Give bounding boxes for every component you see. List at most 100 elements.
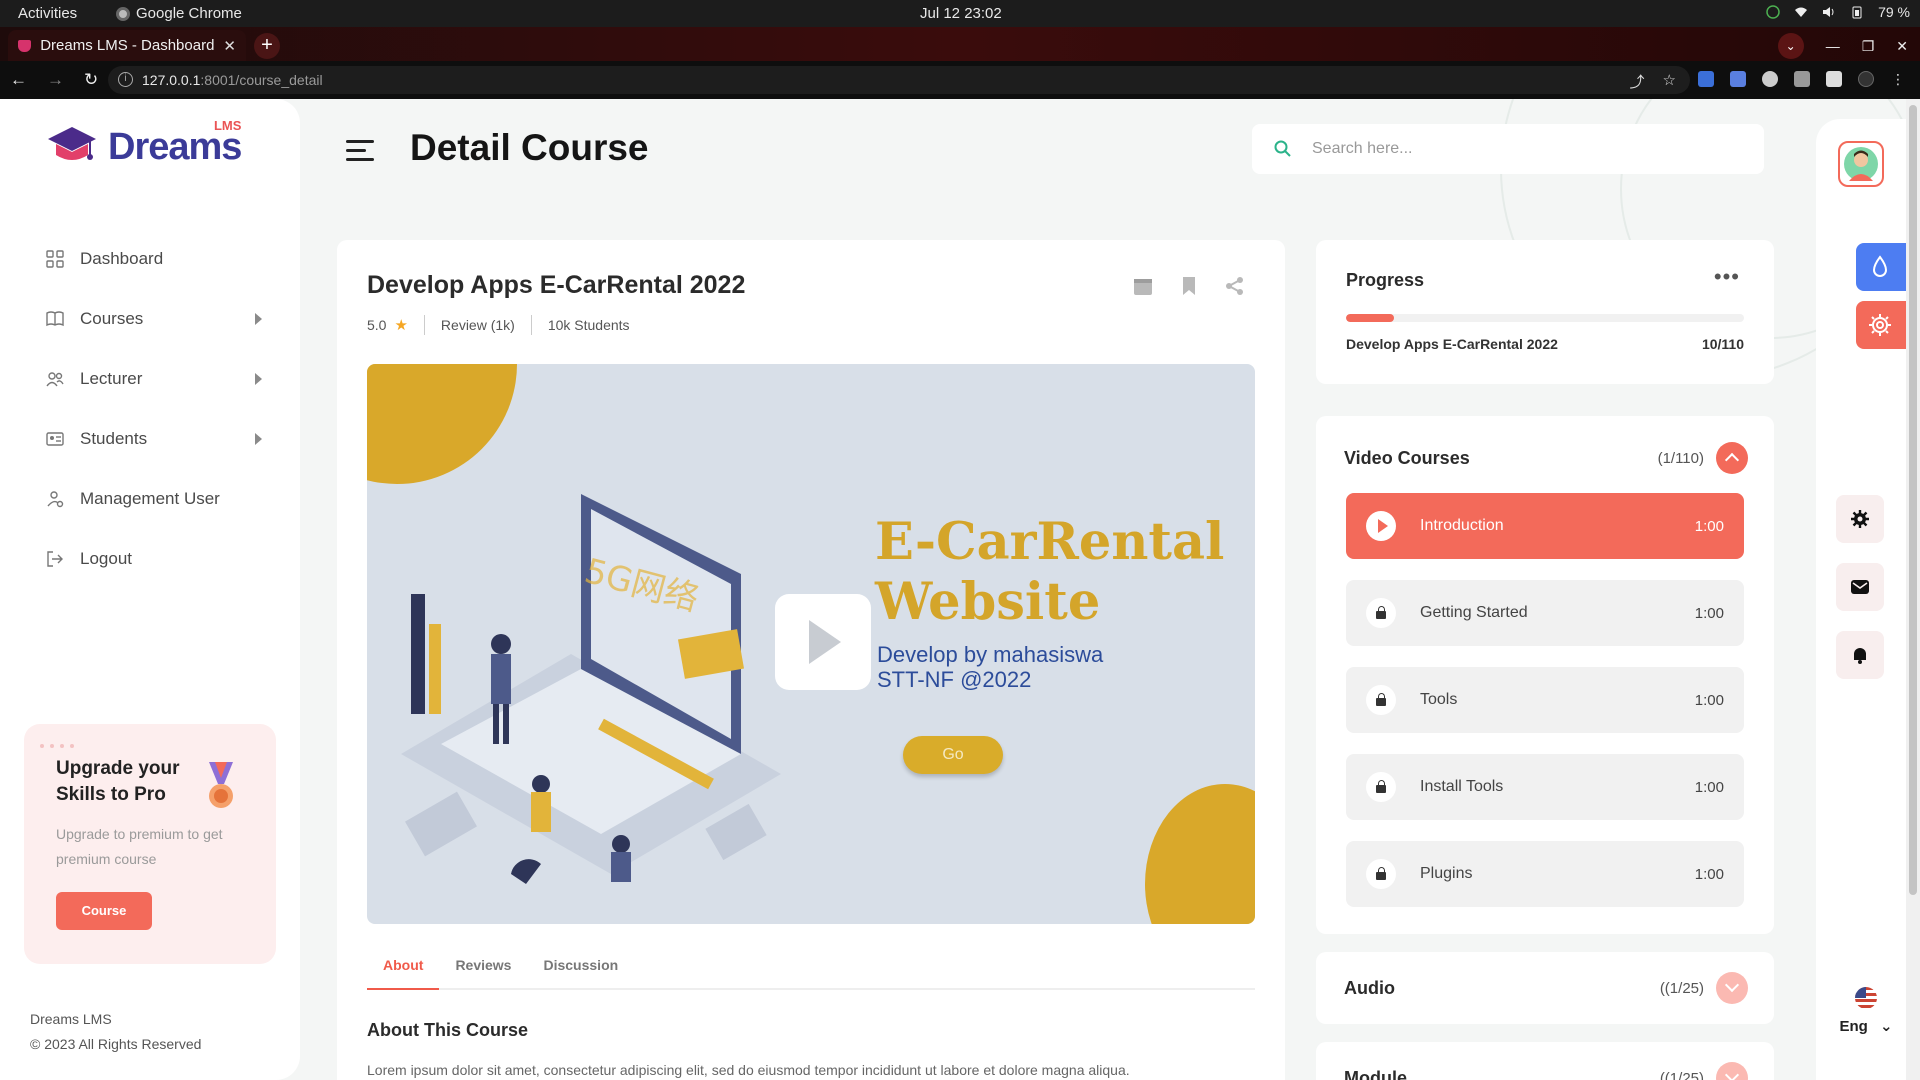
language-selector[interactable]: Eng ⌄: [1836, 987, 1896, 1035]
translate-extension-icon[interactable]: [1730, 71, 1746, 87]
upgrade-course-button[interactable]: Course: [56, 892, 152, 930]
chevron-up-icon: [1724, 452, 1740, 468]
page-title: Detail Course: [410, 127, 649, 168]
favicon-icon: [18, 39, 32, 52]
activities-button[interactable]: Activities: [18, 5, 77, 22]
tab-reviews[interactable]: Reviews: [439, 950, 527, 990]
user-cog-icon: [47, 491, 64, 508]
system-tray[interactable]: 79 %: [1766, 4, 1910, 20]
search-box: [1252, 124, 1764, 174]
update-icon: [1766, 5, 1780, 19]
expand-module-button[interactable]: [1716, 1062, 1748, 1080]
browser-tab[interactable]: Dreams LMS - Dashboard ✕: [8, 30, 246, 61]
url-path: :8001/course_detail: [200, 72, 323, 88]
chevron-right-icon: [255, 433, 262, 445]
side-panel-icon[interactable]: [1826, 71, 1842, 87]
chevron-down-icon: ⌄: [1879, 1018, 1893, 1035]
hero-subtitle: Develop by mahasiswa STT-NF @2022: [877, 642, 1103, 692]
site-info-icon[interactable]: i: [118, 72, 133, 87]
reload-button[interactable]: ↻: [84, 70, 98, 90]
course-reviews[interactable]: Review (1k): [441, 317, 515, 333]
new-tab-button[interactable]: +: [254, 33, 280, 59]
docs-extension-icon[interactable]: [1698, 71, 1714, 87]
more-options-icon[interactable]: •••: [1714, 266, 1740, 288]
collapse-video-courses-button[interactable]: [1716, 442, 1748, 474]
messages-button[interactable]: [1836, 563, 1884, 611]
clock[interactable]: Jul 12 23:02: [920, 5, 1002, 22]
page-scrollbar[interactable]: [1906, 99, 1920, 1080]
book-icon: [46, 311, 64, 327]
upgrade-card: Upgrade your Skills to Pro Upgrade to pr…: [24, 724, 276, 964]
chrome-menu-icon[interactable]: ⋮: [1890, 71, 1906, 87]
audio-header: Audio ((1/25): [1344, 972, 1748, 1004]
play-video-button[interactable]: [775, 594, 871, 690]
lesson-item-install-tools[interactable]: Install Tools 1:00: [1346, 754, 1744, 820]
lesson-item-getting-started[interactable]: Getting Started 1:00: [1346, 580, 1744, 646]
bookmark-star-icon[interactable]: ☆: [1663, 71, 1676, 92]
window-controls: ⌄ — ❐ ✕: [1777, 33, 1908, 59]
play-icon: [1366, 511, 1396, 541]
sidebar-item-courses[interactable]: Courses: [46, 289, 266, 349]
settings-button[interactable]: [1836, 495, 1884, 543]
hero-subtitle-line2: STT-NF @2022: [877, 667, 1032, 692]
lesson-item-tools[interactable]: Tools 1:00: [1346, 667, 1744, 733]
about-text: Lorem ipsum dolor sit amet, consectetur …: [367, 1062, 1130, 1078]
minimize-button[interactable]: —: [1826, 38, 1840, 54]
app-logo[interactable]: Dreams LMS: [46, 118, 242, 169]
progress-title: Progress: [1346, 270, 1425, 290]
sidebar-item-logout[interactable]: Logout: [46, 529, 266, 589]
active-app-indicator[interactable]: Google Chrome: [116, 5, 242, 22]
lesson-duration: 1:00: [1694, 865, 1724, 883]
search-input[interactable]: [1312, 124, 1742, 174]
droplet-icon: [1872, 255, 1888, 277]
reading-list-icon[interactable]: [1794, 71, 1810, 87]
tab-search-button[interactable]: ⌄: [1777, 33, 1804, 59]
sidebar-item-management-user[interactable]: Management User: [46, 469, 266, 529]
calendar-icon[interactable]: [1133, 276, 1153, 296]
notifications-button[interactable]: [1836, 631, 1884, 679]
puzzle-icon[interactable]: [1762, 71, 1778, 87]
close-tab-icon[interactable]: ✕: [223, 37, 236, 55]
sidebar-item-students[interactable]: Students: [46, 409, 266, 469]
menu-toggle-button[interactable]: [346, 140, 374, 167]
sidebar-item-label: Courses: [80, 309, 144, 328]
bookmark-icon[interactable]: [1179, 276, 1199, 296]
course-video-player[interactable]: 5G网络 E-CarRental Website Develop by mahas…: [367, 364, 1255, 924]
tab-about[interactable]: About: [367, 950, 440, 990]
app-area: Dreams LMS Dashboard Courses Lecturer Stu…: [0, 99, 1920, 1080]
sidebar-item-lecturer[interactable]: Lecturer: [46, 349, 266, 409]
close-window-button[interactable]: ✕: [1896, 38, 1908, 55]
tab-discussion[interactable]: Discussion: [527, 950, 634, 990]
profile-icon[interactable]: [1858, 71, 1874, 87]
laptop-illustration: 5G网络: [401, 494, 781, 884]
active-app-name: Google Chrome: [136, 5, 242, 22]
sidebar-item-label: Students: [80, 429, 148, 448]
grid-icon: [46, 250, 64, 268]
share-page-icon[interactable]: ⤴: [1630, 71, 1645, 92]
scrollbar-thumb[interactable]: [1909, 105, 1917, 895]
divider: [423, 315, 425, 335]
avatar[interactable]: [1838, 141, 1884, 187]
decorative-dots: [40, 744, 74, 748]
course-title: Develop Apps E-CarRental 2022: [367, 271, 746, 299]
graduation-cap-icon: [48, 127, 96, 160]
expand-audio-button[interactable]: [1716, 972, 1748, 1004]
lesson-item-introduction[interactable]: Introduction 1:00: [1346, 493, 1744, 559]
url-text[interactable]: 127.0.0.1:8001/course_detail: [142, 72, 323, 88]
course-actions: [1133, 276, 1245, 296]
theme-settings-button[interactable]: [1856, 301, 1906, 349]
share-icon[interactable]: [1225, 276, 1245, 296]
progress-course-name: Develop Apps E-CarRental 2022: [1346, 336, 1558, 352]
lesson-name: Plugins: [1420, 865, 1473, 882]
medal-icon: [209, 762, 233, 808]
lesson-item-plugins[interactable]: Plugins 1:00: [1346, 841, 1744, 907]
forward-button[interactable]: →: [47, 70, 64, 90]
chevron-right-icon: [255, 373, 262, 385]
footer-brand: Dreams LMS: [30, 1011, 112, 1027]
back-button[interactable]: ←: [10, 70, 27, 90]
sidebar-item-dashboard[interactable]: Dashboard: [46, 229, 266, 289]
address-bar[interactable]: i 127.0.0.1:8001/course_detail ⤴ ☆: [108, 66, 1690, 94]
hero-go-button[interactable]: Go: [903, 736, 1003, 774]
maximize-button[interactable]: ❐: [1862, 38, 1875, 55]
theme-color-blue-button[interactable]: [1856, 243, 1906, 291]
